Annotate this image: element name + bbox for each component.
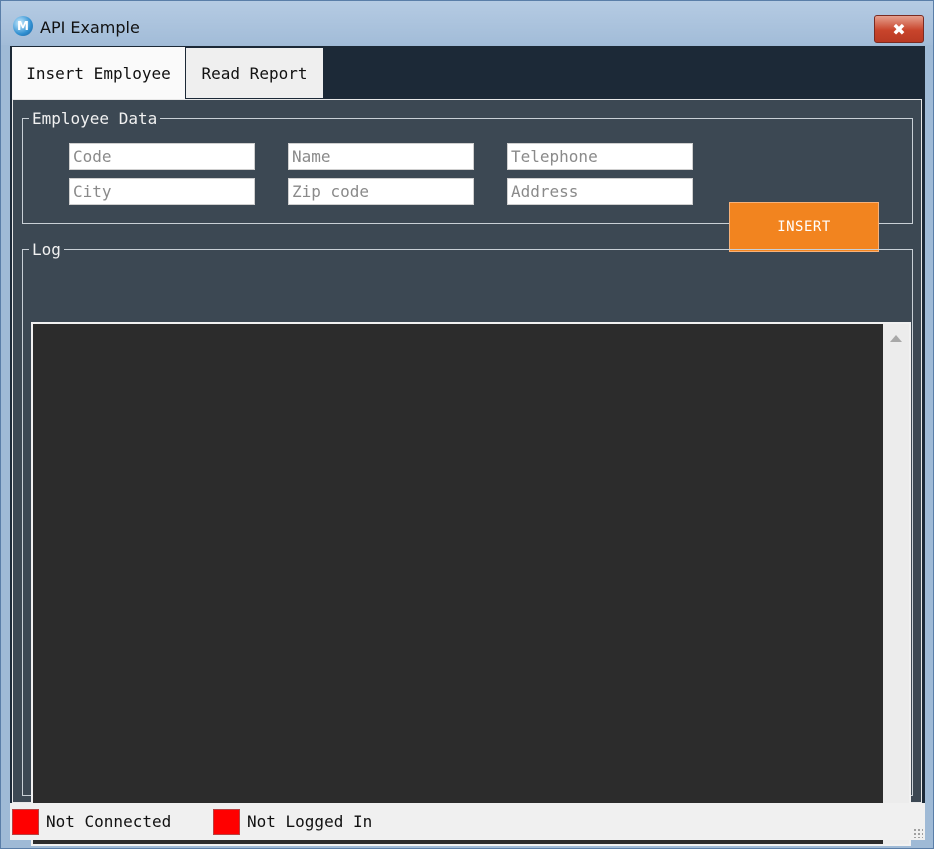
city-input[interactable] <box>69 178 255 205</box>
connection-status-label: Not Connected <box>46 812 172 831</box>
tab-read-report[interactable]: Read Report <box>186 48 323 98</box>
app-logo-icon: M <box>13 16 33 36</box>
telephone-input[interactable] <box>507 143 693 170</box>
employee-data-legend: Employee Data <box>32 109 158 128</box>
connection-status-indicator <box>12 809 39 835</box>
resize-grip-icon[interactable] <box>913 828 923 838</box>
name-input[interactable] <box>288 143 474 170</box>
insert-employee-panel: Employee Data INSERT Log <box>12 99 922 846</box>
address-input[interactable] <box>507 178 693 205</box>
zip-code-input[interactable] <box>288 178 474 205</box>
login-status-label: Not Logged In <box>247 812 373 831</box>
tab-insert-employee[interactable]: Insert Employee <box>12 47 185 99</box>
log-legend: Log <box>32 240 61 259</box>
login-status-indicator <box>213 809 240 835</box>
scroll-up-arrow-icon[interactable] <box>890 335 902 342</box>
status-bar: Not Connected Not Logged In <box>10 803 925 840</box>
title-bar[interactable]: M API Example ✖ <box>1 1 933 45</box>
client-area: Insert Employee Read Report Employee Dat… <box>10 46 925 846</box>
code-input[interactable] <box>69 143 255 170</box>
window-title: API Example <box>40 18 140 37</box>
close-button[interactable]: ✖ <box>874 15 924 43</box>
close-icon: ✖ <box>892 19 906 39</box>
app-window: M API Example ✖ Insert Employee Read Rep… <box>0 0 934 849</box>
log-textarea[interactable] <box>31 322 911 846</box>
log-scrollbar[interactable] <box>883 324 909 844</box>
